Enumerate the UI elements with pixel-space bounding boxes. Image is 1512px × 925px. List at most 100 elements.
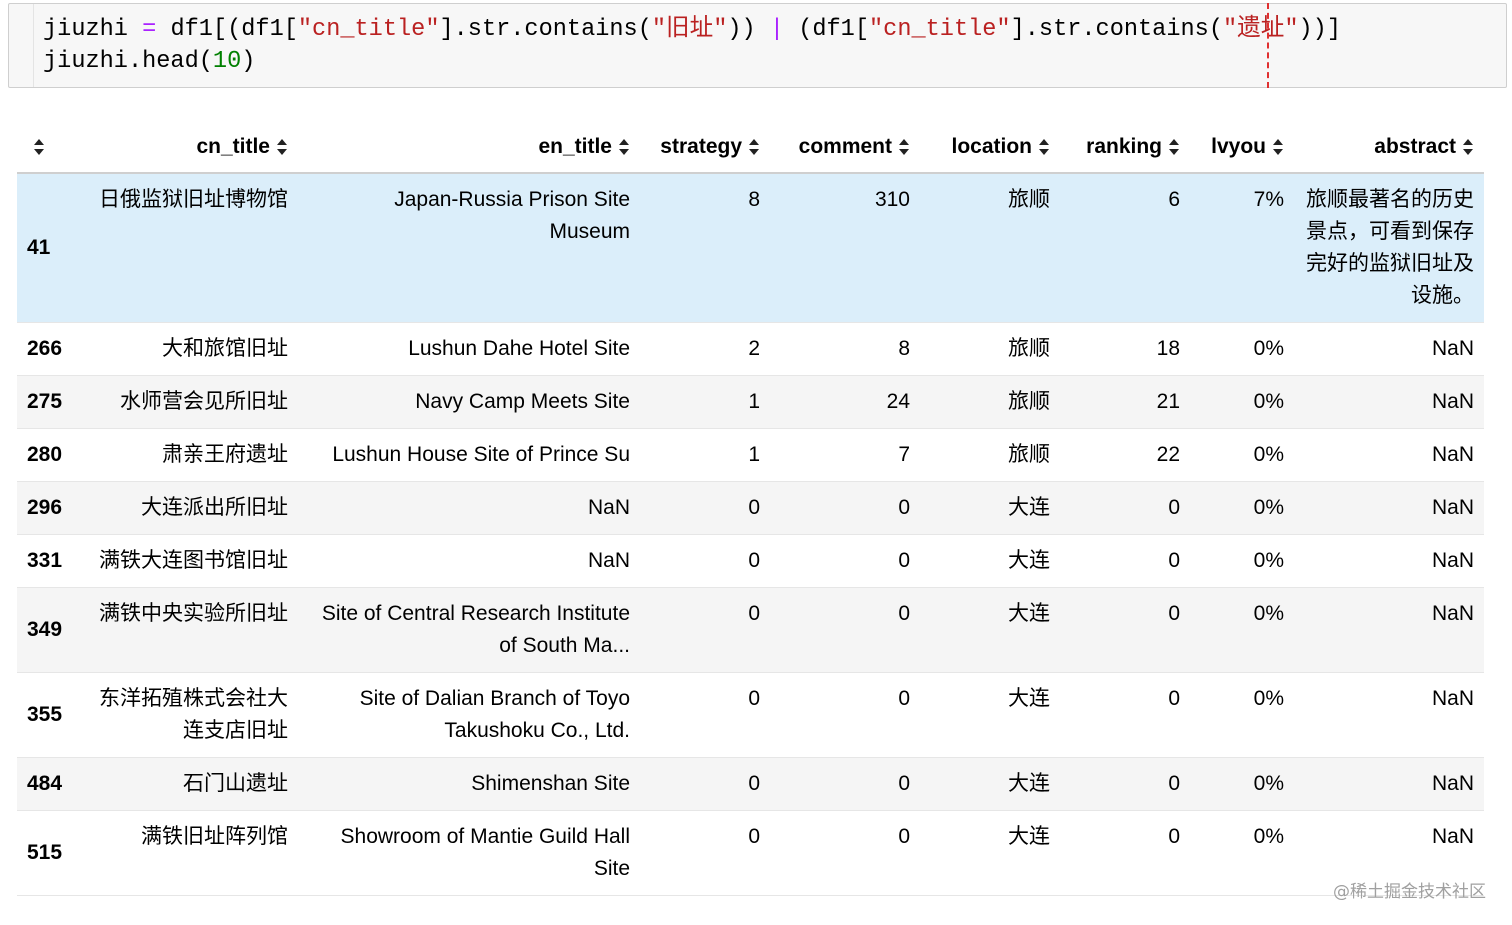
- cell-cn-title: 大和旅馆旧址: [162, 337, 288, 360]
- cell-comment: 0: [898, 549, 910, 572]
- code-line-1: jiuzhi = df1[(df1["cn_title"].str.contai…: [43, 16, 1341, 43]
- cell-location: 大连: [1008, 825, 1050, 848]
- cell-lvyou: 0%: [1253, 772, 1284, 795]
- code-editor[interactable]: jiuzhi = df1[(df1["cn_title"].str.contai…: [43, 14, 1341, 78]
- sort-arrows-icon[interactable]: [33, 138, 45, 156]
- row-index: 275: [27, 390, 63, 413]
- cell-ranking: 18: [1156, 337, 1180, 360]
- column-header-comment[interactable]: comment: [770, 122, 920, 174]
- table-row[interactable]: 355 东洋拓殖株式会社大连支店旧址 Site of Dalian Branch o…: [17, 672, 1484, 758]
- sort-arrows-icon[interactable]: [1168, 138, 1180, 156]
- table-row[interactable]: 331 满铁大连图书馆旧址 NaN 0 0 大连 0 0% NaN: [17, 534, 1484, 588]
- dataframe-output: cn_title en_title strategy comment location r…: [17, 122, 1484, 896]
- column-header-label: location: [951, 135, 1032, 158]
- row-index: 484: [27, 772, 63, 795]
- cell-ranking: 0: [1168, 496, 1180, 519]
- cell-location: 旅顺: [1008, 443, 1050, 466]
- cell-comment: 0: [898, 772, 910, 795]
- sort-arrows-icon[interactable]: [276, 138, 288, 156]
- table-row[interactable]: 41 日俄监狱旧址博物馆 Japan-Russia Prison Site Muse…: [17, 173, 1484, 323]
- table-row[interactable]: 484 石门山遗址 Shimenshan Site 0 0 大连 0 0% NaN: [17, 757, 1484, 811]
- cell-strategy: 2: [748, 337, 760, 360]
- row-index: 280: [27, 443, 63, 466]
- cell-ranking: 0: [1168, 772, 1180, 795]
- code-gutter: [33, 4, 34, 87]
- cell-location: 大连: [1008, 549, 1050, 572]
- cell-strategy: 1: [748, 443, 760, 466]
- table-row[interactable]: 266 大和旅馆旧址 Lushun Dahe Hotel Site 2 8 旅顺 18 0% N…: [17, 322, 1484, 376]
- cell-location: 大连: [1008, 496, 1050, 519]
- column-header-label: ranking: [1086, 135, 1162, 158]
- cell-abstract: NaN: [1431, 602, 1474, 625]
- column-header-abstract[interactable]: abstract: [1294, 122, 1484, 174]
- column-header-label: abstract: [1374, 135, 1456, 158]
- cell-ranking: 0: [1168, 825, 1180, 848]
- table-row[interactable]: 296 大连派出所旧址 NaN 0 0 大连 0 0% NaN: [17, 481, 1484, 535]
- cell-abstract: NaN: [1431, 549, 1474, 572]
- cell-en-title: Japan-Russia Prison Site Museum: [394, 188, 630, 243]
- cell-comment: 310: [874, 188, 910, 211]
- cell-en-title: NaN: [587, 496, 630, 519]
- cell-strategy: 0: [748, 825, 760, 848]
- header-row: cn_title en_title strategy comment location r…: [17, 122, 1484, 174]
- cell-en-title: Showroom of Mantie Guild Hall Site: [340, 825, 630, 880]
- cell-strategy: 8: [748, 188, 760, 211]
- cell-lvyou: 0%: [1253, 602, 1284, 625]
- table-row[interactable]: 515 满铁旧址阵列馆 Showroom of Mantie Guild Hall …: [17, 810, 1484, 896]
- cell-en-title: NaN: [587, 549, 630, 572]
- table-row[interactable]: 275 水师营会见所旧址 Navy Camp Meets Site 1 24 旅顺 21 0%…: [17, 375, 1484, 429]
- cell-ranking: 0: [1168, 602, 1180, 625]
- column-header-en-title[interactable]: en_title: [298, 122, 640, 174]
- cell-en-title: Lushun House Site of Prince Su: [332, 443, 630, 466]
- row-index: 296: [27, 496, 63, 519]
- column-header-label: comment: [798, 135, 892, 158]
- cell-location: 旅顺: [1008, 188, 1050, 211]
- table-row[interactable]: 349 满铁中央实验所旧址 Site of Central Research Ins…: [17, 587, 1484, 673]
- cell-strategy: 0: [748, 549, 760, 572]
- sort-arrows-icon[interactable]: [748, 138, 760, 156]
- sort-arrows-icon[interactable]: [898, 138, 910, 156]
- column-header-lvyou[interactable]: lvyou: [1190, 122, 1294, 174]
- column-header-label: lvyou: [1211, 135, 1266, 158]
- cell-strategy: 0: [748, 496, 760, 519]
- cell-ranking: 6: [1168, 188, 1180, 211]
- cell-comment: 0: [898, 602, 910, 625]
- cell-abstract: NaN: [1431, 390, 1474, 413]
- column-header-strategy[interactable]: strategy: [640, 122, 770, 174]
- cell-comment: 8: [898, 337, 910, 360]
- cell-abstract: NaN: [1431, 772, 1474, 795]
- cell-ranking: 22: [1156, 443, 1180, 466]
- cell-lvyou: 0%: [1253, 549, 1284, 572]
- cell-en-title: Site of Dalian Branch of Toyo Takushoku …: [359, 687, 630, 742]
- table-row[interactable]: 280 肃亲王府遗址 Lushun House Site of Prince Su 1…: [17, 428, 1484, 482]
- cell-location: 大连: [1008, 602, 1050, 625]
- cell-lvyou: 0%: [1253, 390, 1284, 413]
- cell-comment: 24: [886, 390, 910, 413]
- cell-comment: 0: [898, 496, 910, 519]
- code-cell[interactable]: jiuzhi = df1[(df1["cn_title"].str.contai…: [8, 3, 1507, 88]
- column-header-ranking[interactable]: ranking: [1060, 122, 1190, 174]
- cell-comment: 0: [898, 687, 910, 710]
- sort-arrows-icon[interactable]: [1038, 138, 1050, 156]
- row-index: 331: [27, 549, 63, 572]
- column-header-label: en_title: [538, 135, 612, 158]
- cell-strategy: 1: [748, 390, 760, 413]
- cell-location: 大连: [1008, 687, 1050, 710]
- cell-cn-title: 大连派出所旧址: [141, 496, 288, 519]
- column-header-location[interactable]: location: [920, 122, 1060, 174]
- cell-en-title: Site of Central Research Institute of So…: [321, 602, 630, 657]
- cell-location: 大连: [1008, 772, 1050, 795]
- cell-cn-title: 满铁旧址阵列馆: [141, 825, 288, 848]
- sort-arrows-icon[interactable]: [1272, 138, 1284, 156]
- cell-strategy: 0: [748, 687, 760, 710]
- row-index: 515: [27, 841, 63, 864]
- sort-arrows-icon[interactable]: [618, 138, 630, 156]
- cell-lvyou: 0%: [1253, 687, 1284, 710]
- index-header[interactable]: [17, 122, 85, 174]
- sort-arrows-icon[interactable]: [1462, 138, 1474, 156]
- cell-location: 旅顺: [1008, 337, 1050, 360]
- column-header-cn-title[interactable]: cn_title: [85, 122, 298, 174]
- row-index: 41: [27, 236, 51, 259]
- cell-lvyou: 0%: [1253, 337, 1284, 360]
- cell-abstract: NaN: [1431, 443, 1474, 466]
